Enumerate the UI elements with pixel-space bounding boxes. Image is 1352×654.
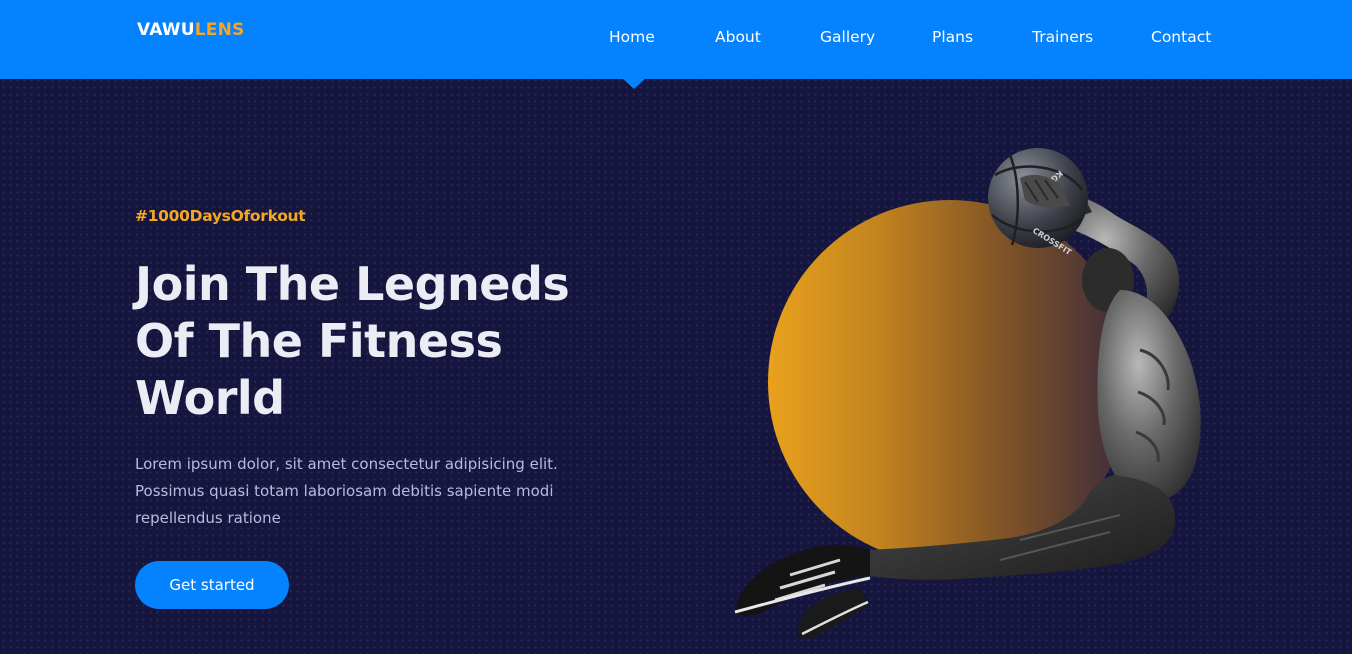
nav-link-gallery[interactable]: Gallery xyxy=(820,28,875,46)
main-nav: Home About Gallery Plans Trainers Contac… xyxy=(0,28,1352,52)
active-nav-indicator xyxy=(622,78,646,89)
hero-visual: CROSSFIT KG xyxy=(720,120,1240,654)
get-started-button[interactable]: Get started xyxy=(135,561,289,609)
nav-link-home[interactable]: Home xyxy=(609,28,655,46)
hero-headline: Join The Legneds Of The Fitness World xyxy=(135,256,655,427)
hero-description-line-3: repellendus ratione xyxy=(135,509,281,527)
nav-link-trainers[interactable]: Trainers xyxy=(1032,28,1093,46)
hero-headline-line-2: Of The Fitness xyxy=(135,314,503,368)
hero-description-line-2: Possimus quasi totam laboriosam debitis … xyxy=(135,482,554,500)
hero-hashtag: #1000DaysOforkout xyxy=(135,207,306,225)
hero-description-line-1: Lorem ipsum dolor, sit amet consectetur … xyxy=(135,455,558,473)
navbar: VAWULENS Home About Gallery Plans Traine… xyxy=(0,0,1352,79)
athlete-image: CROSSFIT KG xyxy=(734,148,1201,640)
nav-link-plans[interactable]: Plans xyxy=(932,28,973,46)
nav-link-about[interactable]: About xyxy=(715,28,761,46)
nav-link-contact[interactable]: Contact xyxy=(1151,28,1211,46)
hero-headline-line-1: Join The Legneds xyxy=(135,257,570,311)
hero-description: Lorem ipsum dolor, sit amet consectetur … xyxy=(135,451,605,532)
hero-headline-line-3: World xyxy=(135,371,285,425)
